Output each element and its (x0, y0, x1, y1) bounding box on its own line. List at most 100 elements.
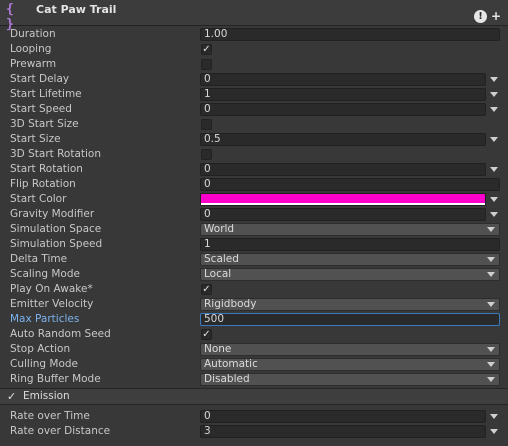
emission-enabled-check-icon[interactable]: ✓ (7, 391, 18, 402)
row-flip-rotation: Flip Rotation 0 (0, 177, 508, 192)
stop-action-dropdown[interactable]: None (200, 343, 500, 356)
start-lifetime-field[interactable]: 1 (200, 88, 486, 101)
stop-action-value: None (204, 343, 232, 355)
row-start-lifetime: Start Lifetime 1 (0, 87, 508, 102)
row-delta-time: Delta Time Scaled (0, 252, 508, 267)
row-start-size: Start Size 0.5 (0, 132, 508, 147)
row-duration: Duration 1.00 (0, 27, 508, 42)
main-module-properties: Duration 1.00 Looping ✓ Prewarm Start De… (0, 27, 508, 439)
emission-section-header[interactable]: ✓ Emission (0, 388, 508, 405)
simulation-space-label: Simulation Space (10, 223, 102, 235)
simulation-space-dropdown[interactable]: World (200, 223, 500, 236)
chevron-down-icon (487, 347, 495, 352)
stop-action-label: Stop Action (10, 343, 71, 355)
row-looping: Looping ✓ (0, 42, 508, 57)
chevron-down-icon (487, 377, 495, 382)
emission-section-title: Emission (23, 390, 70, 402)
row-rate-over-distance: Rate over Distance 3 (0, 424, 508, 439)
info-icon[interactable]: ! (474, 10, 487, 23)
scaling-mode-label: Scaling Mode (10, 268, 80, 280)
scaling-mode-value: Local (204, 268, 232, 280)
duration-field[interactable]: 1.00 (200, 28, 500, 41)
emitter-velocity-label: Emitter Velocity (10, 298, 94, 310)
row-play-on-awake: Play On Awake* ✓ (0, 282, 508, 297)
simulation-space-value: World (204, 223, 235, 235)
start-rotation-mode-chevron-down-icon[interactable] (490, 167, 498, 172)
row-stop-action: Stop Action None (0, 342, 508, 357)
simulation-speed-field[interactable]: 1 (200, 238, 500, 251)
looping-checkbox[interactable]: ✓ (201, 44, 212, 55)
start-delay-label: Start Delay (10, 73, 70, 85)
auto-random-seed-label: Auto Random Seed (10, 328, 111, 340)
duration-label: Duration (10, 28, 56, 40)
row-start-color: Start Color (0, 192, 508, 207)
start-speed-label: Start Speed (10, 103, 72, 115)
emitter-velocity-dropdown[interactable]: Rigidbody (200, 298, 500, 311)
row-gravity-modifier: Gravity Modifier 0 (0, 207, 508, 222)
start-color-mode-chevron-down-icon[interactable] (490, 197, 498, 202)
start-speed-mode-chevron-down-icon[interactable] (490, 107, 498, 112)
row-start-speed: Start Speed 0 (0, 102, 508, 117)
start-speed-field[interactable]: 0 (200, 103, 486, 116)
chevron-down-icon (487, 302, 495, 307)
module-header: { } Cat Paw Trail ! + (0, 0, 508, 32)
start-rotation-label: Start Rotation (10, 163, 83, 175)
chevron-down-icon (487, 362, 495, 367)
row-auto-random-seed: Auto Random Seed ✓ (0, 327, 508, 342)
culling-mode-label: Culling Mode (10, 358, 79, 370)
gravity-modifier-field[interactable]: 0 (200, 208, 486, 221)
max-particles-field[interactable]: 500 (200, 313, 500, 326)
auto-random-seed-checkbox[interactable]: ✓ (201, 329, 212, 340)
row-max-particles: Max Particles 500 (0, 312, 508, 327)
prewarm-checkbox[interactable] (201, 59, 212, 70)
rate-over-distance-mode-chevron-down-icon[interactable] (490, 429, 498, 434)
row-scaling-mode: Scaling Mode Local (0, 267, 508, 282)
add-icon[interactable]: + (491, 9, 501, 23)
delta-time-value: Scaled (204, 253, 239, 265)
delta-time-label: Delta Time (10, 253, 68, 265)
row-ring-buffer-mode: Ring Buffer Mode Disabled (0, 372, 508, 387)
flip-rotation-field[interactable]: 0 (200, 178, 500, 191)
row-simulation-space: Simulation Space World (0, 222, 508, 237)
particle-module-icon: { } (6, 2, 16, 32)
rate-over-distance-label: Rate over Distance (10, 425, 111, 437)
gravity-modifier-mode-chevron-down-icon[interactable] (490, 212, 498, 217)
start-color-swatch[interactable] (200, 193, 486, 206)
row-3d-start-rotation: 3D Start Rotation (0, 147, 508, 162)
3d-start-size-checkbox[interactable] (201, 119, 212, 130)
row-rate-over-time: Rate over Time 0 (0, 409, 508, 424)
chevron-down-icon (487, 272, 495, 277)
rate-over-time-mode-chevron-down-icon[interactable] (490, 414, 498, 419)
simulation-speed-label: Simulation Speed (10, 238, 103, 250)
chevron-down-icon (487, 257, 495, 262)
3d-start-rotation-label: 3D Start Rotation (10, 148, 102, 160)
delta-time-dropdown[interactable]: Scaled (200, 253, 500, 266)
start-lifetime-label: Start Lifetime (10, 88, 82, 100)
start-delay-field[interactable]: 0 (200, 73, 486, 86)
row-start-delay: Start Delay 0 (0, 72, 508, 87)
start-size-mode-chevron-down-icon[interactable] (490, 137, 498, 142)
3d-start-size-label: 3D Start Size (10, 118, 79, 130)
start-color-label: Start Color (10, 193, 67, 205)
start-rotation-field[interactable]: 0 (200, 163, 486, 176)
scaling-mode-dropdown[interactable]: Local (200, 268, 500, 281)
chevron-down-icon (487, 227, 495, 232)
culling-mode-dropdown[interactable]: Automatic (200, 358, 500, 371)
row-3d-start-size: 3D Start Size (0, 117, 508, 132)
start-delay-mode-chevron-down-icon[interactable] (490, 77, 498, 82)
rate-over-distance-field[interactable]: 3 (200, 425, 486, 438)
3d-start-rotation-checkbox[interactable] (201, 149, 212, 160)
start-size-field[interactable]: 0.5 (200, 133, 486, 146)
looping-label: Looping (10, 43, 52, 55)
max-particles-label: Max Particles (10, 313, 80, 325)
start-lifetime-mode-chevron-down-icon[interactable] (490, 92, 498, 97)
flip-rotation-label: Flip Rotation (10, 178, 76, 190)
row-culling-mode: Culling Mode Automatic (0, 357, 508, 372)
rate-over-time-label: Rate over Time (10, 410, 90, 422)
play-on-awake-checkbox[interactable]: ✓ (201, 284, 212, 295)
ring-buffer-mode-dropdown[interactable]: Disabled (200, 373, 500, 386)
row-prewarm: Prewarm (0, 57, 508, 72)
row-simulation-speed: Simulation Speed 1 (0, 237, 508, 252)
gravity-modifier-label: Gravity Modifier (10, 208, 95, 220)
rate-over-time-field[interactable]: 0 (200, 410, 486, 423)
